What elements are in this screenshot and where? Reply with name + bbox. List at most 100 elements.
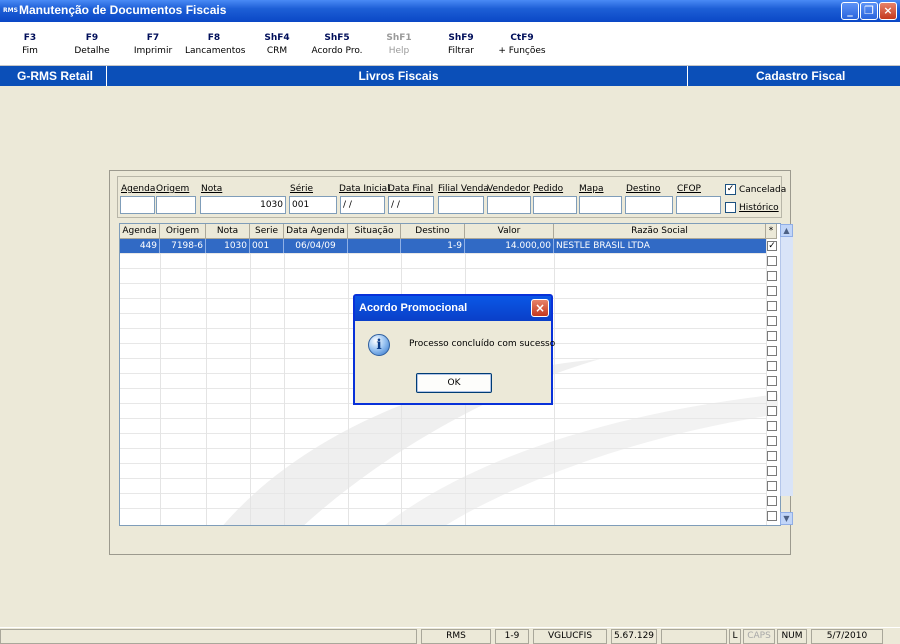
toolbar-fim-button[interactable]: F3 Fim (1, 32, 59, 57)
column-header-flag[interactable]: * (766, 224, 777, 239)
row-checkbox[interactable] (767, 451, 777, 461)
row-checkbox[interactable] (767, 481, 777, 491)
toolbar-crm-button[interactable]: ShF4 CRM (248, 32, 306, 57)
row-checkbox[interactable] (767, 406, 777, 416)
status-panel-blank (661, 629, 727, 644)
row-checkbox[interactable] (767, 391, 777, 401)
cancelada-label: Cancelada (739, 185, 787, 195)
button-label: Lancamentos (185, 46, 246, 56)
pedido-field[interactable] (533, 196, 577, 214)
toolbar-imprimir-button[interactable]: F7 Imprimir (124, 32, 182, 57)
grid-line (120, 493, 766, 494)
ok-button[interactable]: OK (416, 373, 492, 393)
shortcut-key: F3 (23, 33, 37, 43)
grid-line (120, 418, 766, 419)
vendedor-field[interactable] (487, 196, 531, 214)
scrollbar-track[interactable] (780, 237, 793, 496)
serie-field[interactable]: 001 (289, 196, 337, 214)
column-header-valor[interactable]: Valor (465, 224, 554, 239)
cell-valor: 14.000,00 (465, 239, 554, 253)
row-checkbox[interactable] (767, 361, 777, 371)
historico-label: Histórico (739, 203, 779, 213)
data-final-label: Data Final (388, 184, 434, 194)
grid-line (120, 268, 766, 269)
toolbar-help-button[interactable]: ShF1 Help (370, 32, 428, 57)
column-header-destino[interactable]: Destino (401, 224, 465, 239)
row-checkbox[interactable] (767, 436, 777, 446)
scroll-down-button[interactable]: ▼ (780, 512, 793, 525)
cell-situacao (348, 239, 401, 253)
screen-name: Cadastro Fiscal (756, 69, 846, 83)
toolbar-acordo-button[interactable]: ShF5 Acordo Pro. (308, 32, 366, 57)
row-checkbox[interactable] (767, 466, 777, 476)
column-header-situacao[interactable]: Situação (348, 224, 401, 239)
column-header-origem[interactable]: Origem (160, 224, 206, 239)
dialog-title-bar[interactable]: Acordo Promocional (355, 296, 551, 321)
grid-line (348, 239, 349, 525)
filial-venda-field[interactable] (438, 196, 484, 214)
cell-razao-social: NESTLE BRASIL LTDA (556, 241, 650, 251)
module-header: G-RMS Retail Livros Fiscais Cadastro Fis… (0, 66, 900, 86)
cfop-label: CFOP (677, 184, 701, 194)
button-label: Filtrar (448, 46, 474, 56)
shortcut-key: ShF1 (386, 33, 412, 43)
filter-area: Agenda Origem Nota 1030 Série 001 Data I… (117, 176, 786, 218)
table-row[interactable]: 449 7198-6 1030 001 06/04/09 1-9 14.000,… (120, 239, 766, 253)
row-checkbox[interactable] (767, 346, 777, 356)
cancelada-checkbox[interactable]: ✓ (725, 184, 736, 195)
dialog-title: Acordo Promocional (359, 302, 468, 314)
row-checkbox[interactable] (767, 421, 777, 431)
shortcut-key: F7 (146, 33, 160, 43)
row-checkbox[interactable]: ✓ (767, 241, 777, 251)
row-checkbox[interactable] (767, 256, 777, 266)
toolbar-detalhe-button[interactable]: F9 Detalhe (63, 32, 121, 57)
minimize-button[interactable]: _ (841, 2, 859, 20)
destino-label: Destino (626, 184, 661, 194)
destino-field[interactable] (625, 196, 673, 214)
agenda-field[interactable] (120, 196, 155, 214)
status-panel-version: 5.67.129 (611, 629, 657, 644)
nota-field[interactable]: 1030 (200, 196, 286, 214)
button-label: Imprimir (133, 46, 173, 56)
row-checkbox[interactable] (767, 316, 777, 326)
agenda-label: Agenda (121, 184, 156, 194)
dialog-close-button[interactable]: × (531, 299, 549, 317)
toolbar-lancamentos-button[interactable]: F8 Lancamentos (185, 32, 246, 57)
column-header-razao-social[interactable]: Razão Social (554, 224, 766, 239)
module-name: Livros Fiscais (358, 69, 439, 83)
data-inicial-field[interactable]: / / (340, 196, 385, 214)
scroll-up-button[interactable]: ▲ (780, 224, 793, 237)
row-checkbox[interactable] (767, 271, 777, 281)
shortcut-key: ShF4 (264, 33, 290, 43)
row-checkbox[interactable] (767, 496, 777, 506)
filial-venda-label: Filial Venda (438, 184, 489, 194)
toolbar-filtrar-button[interactable]: ShF9 Filtrar (432, 32, 490, 57)
status-panel-message (0, 629, 417, 644)
close-button[interactable]: × (879, 2, 897, 20)
row-checkbox[interactable] (767, 301, 777, 311)
row-checkbox[interactable] (767, 511, 777, 521)
row-checkbox[interactable] (767, 331, 777, 341)
column-header-serie[interactable]: Serie (250, 224, 284, 239)
cell-origem: 7198-6 (160, 239, 206, 253)
column-header-agenda[interactable]: Agenda (120, 224, 160, 239)
cfop-field[interactable] (676, 196, 721, 214)
grid-line (120, 433, 766, 434)
grid-line (284, 239, 285, 525)
row-checkbox[interactable] (767, 376, 777, 386)
data-inicial-label: Data Inicial (339, 184, 390, 194)
title-bar[interactable]: RMS Manutenção de Documentos Fiscais _ ❐… (0, 0, 900, 22)
grid-line (120, 463, 766, 464)
mapa-field[interactable] (579, 196, 622, 214)
restore-button[interactable]: ❐ (860, 2, 878, 20)
status-panel-num: NUM (777, 629, 807, 644)
data-final-field[interactable]: / / (388, 196, 434, 214)
origem-field[interactable] (156, 196, 196, 214)
button-label: Fim (22, 46, 38, 56)
row-checkbox[interactable] (767, 286, 777, 296)
grid-line (160, 239, 161, 525)
column-header-nota[interactable]: Nota (206, 224, 250, 239)
column-header-data-agenda[interactable]: Data Agenda (284, 224, 348, 239)
historico-checkbox[interactable] (725, 202, 736, 213)
toolbar-mais-funcoes-button[interactable]: CtF9 + Funções (493, 32, 551, 57)
